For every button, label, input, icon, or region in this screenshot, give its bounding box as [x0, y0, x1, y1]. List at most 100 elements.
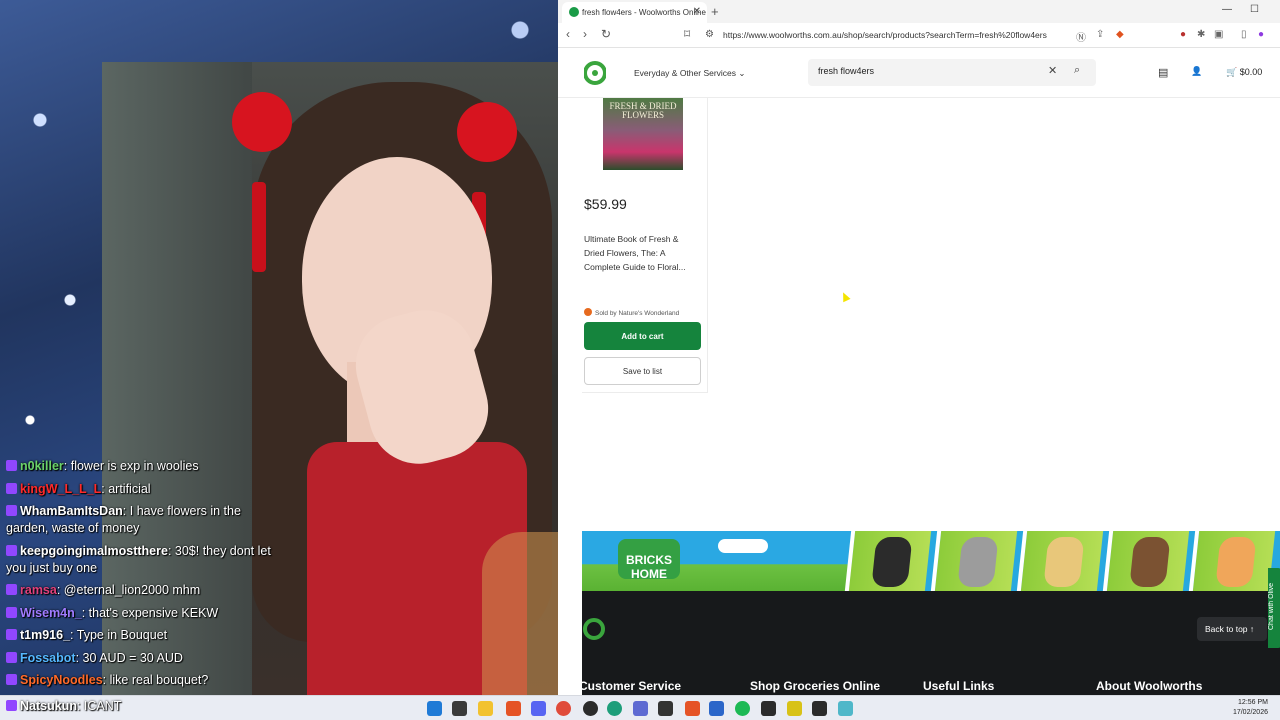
app-yellow-icon[interactable]: [787, 701, 802, 716]
address-bar: ‹ › ↻ ⌑ ⚙ https://www.woolworths.com.au/…: [558, 23, 1280, 48]
shopping-list-icon[interactable]: ▤: [1158, 66, 1168, 79]
brave-2-icon[interactable]: [685, 701, 700, 716]
search-box: ✕ ⌕: [808, 59, 1096, 86]
chat-message: WhamBamItsDan: I have flowers in the gar…: [6, 504, 241, 535]
chat-username: ramsa: [20, 583, 57, 597]
footer-heading-customer-service[interactable]: Customer Service: [579, 679, 681, 693]
chat-message: ramsa: @eternal_lion2000 mhm: [6, 582, 276, 599]
add-to-cart-button[interactable]: Add to cart: [584, 322, 701, 350]
new-tab-button[interactable]: +: [711, 4, 719, 19]
marketplace-icon: [584, 308, 592, 316]
discord-icon[interactable]: [531, 701, 546, 716]
word-icon[interactable]: [709, 701, 724, 716]
app-icon[interactable]: [633, 701, 648, 716]
puzzle-icon[interactable]: ✱: [1197, 29, 1205, 40]
tassel-left: [252, 182, 266, 272]
chat-text: that's expensive KEKW: [88, 605, 219, 620]
task-view-icon[interactable]: [452, 701, 467, 716]
clock-time: 12:56 PM: [1238, 699, 1268, 706]
chat-username: Fossabot: [20, 650, 76, 665]
site-footer: Back to top ↑ Customer Service Shop Groc…: [579, 591, 1280, 695]
twitch-badge-icon: [6, 460, 17, 471]
bookmark-icon[interactable]: ⌑: [684, 27, 690, 41]
woolworths-logo-icon[interactable]: [584, 59, 606, 85]
url-field[interactable]: https://www.woolworths.com.au/shop/searc…: [723, 30, 1047, 40]
windows-start-icon[interactable]: [427, 701, 442, 716]
extension-icon[interactable]: ●: [1180, 29, 1186, 40]
search-icon[interactable]: ⌕: [1074, 64, 1080, 77]
notepad-icon[interactable]: [658, 701, 673, 716]
chat-text: 30 AUD = 30 AUD: [82, 650, 183, 665]
twitch-badge-icon: [6, 651, 17, 663]
back-icon[interactable]: ‹: [566, 27, 570, 41]
product-name[interactable]: Ultimate Book of Fresh & Dried Flowers, …: [584, 232, 700, 274]
cart-total: $0.00: [1239, 67, 1263, 77]
profile-icon[interactable]: ●: [1258, 29, 1264, 40]
footer-heading-about[interactable]: About Woolworths: [1096, 679, 1202, 693]
twitch-badge-icon: [6, 674, 17, 685]
chat-username: WhamBamItsDan: [20, 504, 123, 518]
chrome-icon[interactable]: [556, 701, 571, 716]
chat-text: like real bouquet?: [109, 673, 209, 687]
terminal-2-icon[interactable]: [812, 701, 827, 716]
chat-text: flower is exp in woolies: [70, 459, 199, 473]
chat-username: Wisem4n_: [20, 605, 82, 620]
taskbar-clock[interactable]: 12:56 PM 17/02/2026: [1233, 698, 1268, 718]
chat-message: Wisem4n_: that's expensive KEKW: [6, 605, 276, 622]
clear-search-icon[interactable]: ✕: [1048, 64, 1057, 77]
woolworths-footer-logo-icon: [583, 618, 605, 640]
chat-username: kingW_L_L_L: [20, 481, 102, 496]
promo-banner[interactable]: BRICKS HOME: [582, 531, 1280, 591]
translate-icon[interactable]: Ⓝ: [1076, 29, 1086, 44]
site-settings-icon[interactable]: ⚙: [705, 29, 714, 40]
edge-icon[interactable]: [607, 701, 622, 716]
footer-heading-useful-links[interactable]: Useful Links: [923, 679, 994, 693]
sidebar-icon[interactable]: ▯: [1241, 29, 1247, 40]
tab-title: fresh flow4ers - Woolworths Online: [582, 8, 706, 17]
product-image[interactable]: FRESH & DRIED FLOWERS: [603, 98, 683, 170]
chat-username: t1m916_: [20, 628, 71, 642]
footer-heading-shop-groceries[interactable]: Shop Groceries Online: [750, 679, 880, 693]
obs-icon[interactable]: [583, 701, 598, 716]
file-explorer-icon[interactable]: [478, 701, 493, 716]
toy-figure-cat: [844, 531, 932, 591]
spotify-icon[interactable]: [735, 701, 750, 716]
share-icon[interactable]: ⇪: [1096, 29, 1104, 40]
cloud-graphic: [718, 539, 768, 553]
everyday-services-menu[interactable]: Everyday & Other Services ⌄: [634, 68, 746, 79]
twitch-badge-icon: [6, 700, 17, 711]
tab-bar: fresh flow4ers - Woolworths Online ✕ + —…: [558, 0, 1280, 23]
chat-with-olive-button[interactable]: Chat with Olive: [1268, 568, 1280, 648]
seller-label: Sold by Nature's Wonderland: [584, 308, 679, 317]
chat-username: n0killer: [20, 459, 64, 473]
chevron-down-icon: ⌄: [738, 68, 746, 78]
clock-date: 17/02/2026: [1232, 709, 1268, 716]
search-input[interactable]: [818, 66, 1038, 76]
maximize-button[interactable]: ☐: [1250, 4, 1259, 15]
tab-close-icon[interactable]: ✕: [693, 6, 701, 17]
chat-message: SpicyNoodles: like real bouquet?: [6, 672, 276, 689]
terminal-icon[interactable]: [761, 701, 776, 716]
chat-username: Natsukun: [20, 699, 77, 713]
hair-ornament-right: [457, 102, 517, 162]
bricks-home-logo: BRICKS HOME: [618, 539, 680, 581]
account-icon[interactable]: 👤: [1191, 66, 1202, 77]
tab-woolworths[interactable]: fresh flow4ers - Woolworths Online ✕: [562, 2, 707, 23]
minimize-button[interactable]: —: [1222, 4, 1232, 15]
chat-message: keepgoingimalmostthere: 30$! they dont l…: [6, 543, 271, 575]
cart-button[interactable]: 🛒 $0.00: [1226, 67, 1262, 78]
downloads-icon[interactable]: ▣: [1214, 29, 1223, 40]
toy-figure-person-3: [1188, 531, 1276, 591]
brave-icon[interactable]: [506, 701, 521, 716]
forward-icon[interactable]: ›: [583, 27, 587, 41]
save-to-list-button[interactable]: Save to list: [584, 357, 701, 385]
toy-figure-person-2: [1102, 531, 1190, 591]
book-cover-title: FRESH & DRIED FLOWERS: [609, 101, 677, 120]
chat-message: n0killer: flower is exp in woolies: [6, 458, 276, 475]
cart-icon: 🛒: [1226, 67, 1238, 77]
brave-shields-icon[interactable]: ◆: [1116, 29, 1124, 40]
back-to-top-button[interactable]: Back to top ↑: [1197, 617, 1267, 641]
app-teal-icon[interactable]: [838, 701, 853, 716]
reload-icon[interactable]: ↻: [601, 27, 611, 41]
twitch-badge-icon: [6, 584, 17, 595]
